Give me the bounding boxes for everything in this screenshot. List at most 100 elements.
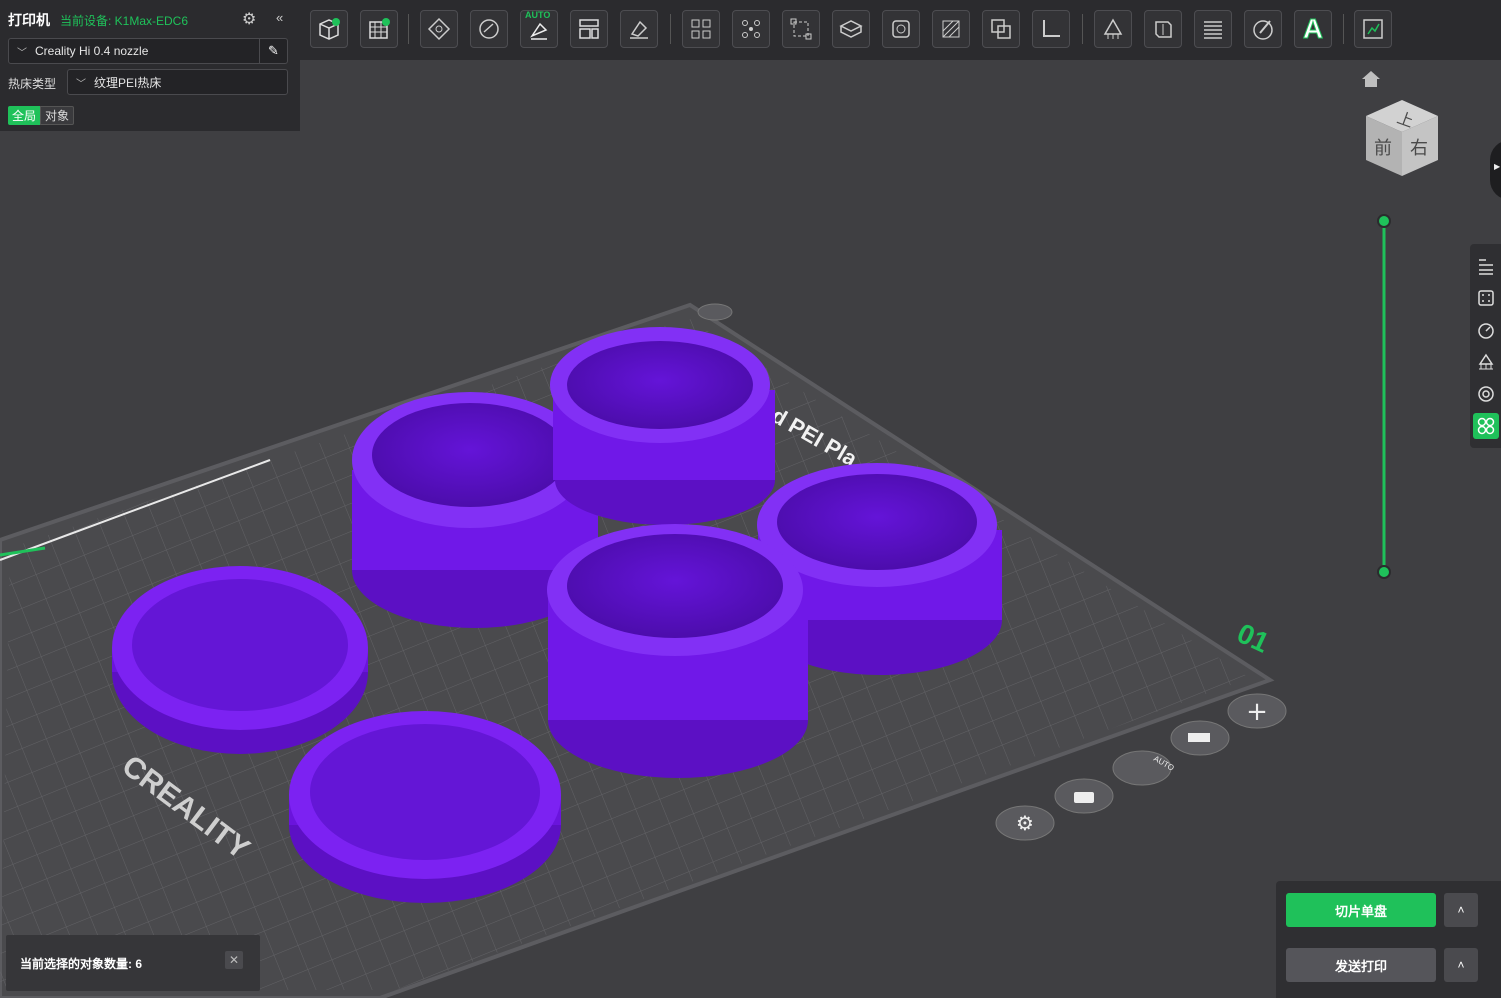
chevron-down-icon: ﹀ bbox=[17, 47, 27, 59]
3d-viewport[interactable]: CREALITY d PEI Pla 01 ⚙ AUTO + bbox=[0, 0, 1501, 998]
text-icon: A bbox=[1302, 13, 1324, 45]
selection-count-text: 当前选择的对象数量: 6 bbox=[20, 956, 143, 971]
view-cube-right-label[interactable]: 右 bbox=[1410, 138, 1428, 159]
layer-slider-bottom-handle[interactable] bbox=[1377, 565, 1391, 579]
bed-type-select[interactable]: ﹀ 纹理PEI热床 bbox=[67, 69, 288, 95]
layer-slider-top-handle[interactable] bbox=[1377, 214, 1391, 228]
bed-type-label: 热床类型 bbox=[8, 77, 57, 91]
view-cube-front-label[interactable]: 前 bbox=[1374, 138, 1392, 159]
plate-list-button[interactable] bbox=[1170, 720, 1230, 756]
assembly-button[interactable] bbox=[1354, 10, 1392, 48]
current-device-label[interactable]: 当前设备: K1Max-EDC6 bbox=[60, 12, 188, 29]
arrange-icon bbox=[427, 17, 451, 41]
home-icon bbox=[1362, 71, 1380, 87]
add-plate-button[interactable]: + bbox=[1227, 693, 1287, 729]
action-panel: 切片单盘 ˄ 发送打印 ˄ bbox=[1276, 881, 1501, 998]
printer-settings-button[interactable]: ⚙ bbox=[242, 9, 260, 28]
close-selection-button[interactable]: ✕ bbox=[225, 951, 243, 969]
plate-auto-arrange-button[interactable]: AUTO bbox=[1112, 750, 1176, 786]
list-icon bbox=[1188, 733, 1210, 742]
layout-icon bbox=[691, 19, 711, 39]
auto-orient-button[interactable]: AUTO bbox=[520, 10, 558, 48]
side-plate-button[interactable] bbox=[1473, 285, 1499, 311]
plate-grid-icon bbox=[1478, 290, 1494, 306]
double-chevron-left-icon: « bbox=[276, 10, 284, 25]
chevron-up-icon: ˄ bbox=[1457, 958, 1465, 972]
text-tool-button[interactable]: A bbox=[1294, 10, 1332, 48]
list-icon bbox=[1479, 259, 1493, 275]
assembly-icon bbox=[1363, 19, 1383, 39]
measure-button[interactable] bbox=[1032, 10, 1070, 48]
slice-options-button[interactable]: ˄ bbox=[1444, 893, 1478, 927]
object-jar-4[interactable] bbox=[547, 524, 808, 778]
nozzle-select[interactable]: ﹀ Creality Hi 0.4 nozzle ✎ bbox=[8, 38, 288, 64]
object-lid-1[interactable] bbox=[112, 566, 368, 754]
main-toolbar: AUTO A bbox=[300, 0, 1501, 60]
slice-view-button[interactable] bbox=[1194, 10, 1232, 48]
collapse-panel-button[interactable]: « bbox=[276, 10, 283, 25]
side-objects-button[interactable] bbox=[1473, 253, 1499, 279]
scale-button[interactable] bbox=[782, 10, 820, 48]
arrange-grid-button[interactable] bbox=[732, 10, 770, 48]
lay-on-face-button[interactable] bbox=[620, 10, 658, 48]
home-view-button[interactable] bbox=[1360, 68, 1382, 90]
boolean-button[interactable] bbox=[982, 10, 1020, 48]
side-material-button[interactable] bbox=[1473, 381, 1499, 407]
layout-button[interactable] bbox=[682, 10, 720, 48]
edit-nozzle-button[interactable]: ✎ bbox=[259, 39, 287, 63]
add-object-button[interactable] bbox=[310, 10, 348, 48]
seam-paint-button[interactable] bbox=[1144, 10, 1182, 48]
arrange-button[interactable] bbox=[420, 10, 458, 48]
side-support-button[interactable] bbox=[1473, 349, 1499, 375]
plate-number-label: 01 bbox=[1232, 617, 1273, 658]
object-jar-2[interactable] bbox=[550, 327, 775, 525]
view-cube[interactable]: 上 前 右 bbox=[1362, 98, 1442, 178]
hollow-button[interactable] bbox=[882, 10, 920, 48]
arrange-grid-icon bbox=[742, 20, 760, 38]
send-print-button[interactable]: 发送打印 bbox=[1286, 948, 1436, 982]
side-toolbar bbox=[1470, 244, 1501, 448]
add-plate-toolbar-button[interactable] bbox=[360, 10, 398, 48]
color-paint-icon bbox=[1253, 20, 1273, 40]
toolbar-separator bbox=[1082, 14, 1083, 44]
cut-icon bbox=[942, 20, 960, 38]
boolean-icon bbox=[991, 19, 1011, 39]
side-speed-button[interactable] bbox=[1473, 317, 1499, 343]
bed-type-value: 纹理PEI热床 bbox=[94, 75, 162, 90]
chevron-right-icon: ▶ bbox=[1494, 162, 1501, 171]
lock-icon bbox=[1074, 792, 1094, 803]
split-icon bbox=[579, 19, 599, 39]
hollow-icon bbox=[892, 20, 910, 38]
color-paint-button[interactable] bbox=[1244, 10, 1282, 48]
lay-on-face-icon bbox=[630, 20, 648, 39]
side-others-button[interactable] bbox=[1473, 413, 1499, 439]
plus-icon: + bbox=[1246, 697, 1268, 727]
support-icon bbox=[1478, 353, 1494, 370]
orient-icon bbox=[479, 19, 499, 39]
slice-plate-button[interactable]: 切片单盘 bbox=[1286, 893, 1436, 927]
support-paint-button[interactable] bbox=[1094, 10, 1132, 48]
chevron-up-icon: ˄ bbox=[1457, 903, 1465, 917]
plate-top-marker bbox=[697, 303, 733, 321]
orient-button[interactable] bbox=[470, 10, 508, 48]
auto-tag: AUTO bbox=[525, 10, 551, 20]
add-plate-icon bbox=[369, 18, 390, 39]
scope-global-tab[interactable]: 全局 bbox=[8, 106, 41, 125]
send-options-button[interactable]: ˄ bbox=[1444, 948, 1478, 982]
toolbar-separator bbox=[1343, 14, 1344, 44]
pencil-icon: ✎ bbox=[268, 43, 279, 58]
printer-panel: 打印机 当前设备: K1Max-EDC6 ⚙ « ﹀ Creality Hi 0… bbox=[0, 0, 300, 131]
speedometer-icon bbox=[1478, 323, 1494, 339]
slice-view-icon bbox=[1204, 21, 1222, 39]
chevron-down-icon: ﹀ bbox=[76, 78, 86, 90]
cut-button[interactable] bbox=[932, 10, 970, 48]
cube-view-button[interactable] bbox=[832, 10, 870, 48]
layer-slider[interactable] bbox=[1376, 212, 1392, 582]
split-button[interactable] bbox=[570, 10, 608, 48]
cube-view-icon bbox=[839, 20, 863, 38]
clover-icon bbox=[1477, 417, 1495, 435]
scope-object-tab[interactable]: 对象 bbox=[40, 106, 75, 125]
plate-settings-button[interactable]: ⚙ bbox=[995, 805, 1055, 841]
plate-lock-button[interactable] bbox=[1054, 778, 1114, 814]
object-lid-2[interactable] bbox=[289, 711, 561, 903]
